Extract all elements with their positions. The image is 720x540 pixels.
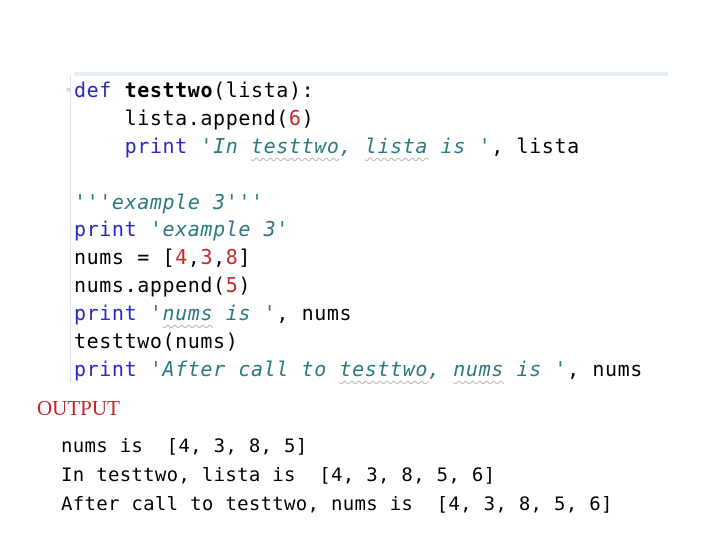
string-literal-spellcheck: testtwo xyxy=(251,134,340,158)
keyword: print xyxy=(74,357,150,381)
code-text: , nums xyxy=(276,301,353,325)
string-literal: 'In xyxy=(200,134,251,158)
output-heading: OUTPUT xyxy=(37,396,120,420)
string-literal: , xyxy=(427,357,454,381)
code-line-8: print 'nums is ', nums xyxy=(74,301,352,325)
code-line-3: print 'In testtwo, lista is ', lista xyxy=(74,134,580,158)
code-text: , nums xyxy=(567,357,643,381)
docstring: '''example 3''' xyxy=(74,190,264,214)
code-line-6: nums = [4,3,8] xyxy=(74,245,251,269)
number-literal: 4 xyxy=(175,245,188,269)
editor-top-border xyxy=(74,72,668,76)
output-line-2: In testtwo, lista is [4, 3, 8, 5, 6] xyxy=(61,464,496,486)
code-text: testtwo(nums) xyxy=(74,329,239,353)
code-editor[interactable]: ⊖ def testtwo(lista): lista.append(6) pr… xyxy=(66,72,668,382)
string-literal: is ' xyxy=(213,301,277,325)
code-line-5: print 'example 3' xyxy=(74,217,289,241)
editor-gutter xyxy=(70,76,71,382)
code-line-9: testtwo(nums) xyxy=(74,329,238,353)
code-text: (lista): xyxy=(213,78,315,102)
code-line-10: print 'After call to testtwo, nums is ',… xyxy=(74,357,643,381)
code-text: ) xyxy=(301,106,315,130)
code-text: nums.append( xyxy=(74,273,226,297)
string-literal-spellcheck: testtwo xyxy=(339,357,428,381)
string-literal-spellcheck: lista xyxy=(364,134,429,158)
code-text: lista.append( xyxy=(74,106,289,130)
code-text: , xyxy=(187,245,201,269)
code-text: ] xyxy=(238,245,252,269)
code-text: , lista xyxy=(491,134,580,158)
function-name: testtwo xyxy=(124,78,214,102)
string-literal: 'example 3' xyxy=(149,217,289,241)
string-literal: , xyxy=(339,134,365,158)
code-text: , xyxy=(213,245,226,269)
keyword: print xyxy=(74,217,150,241)
code-line-7: nums.append(5) xyxy=(74,273,251,297)
output-line-3: After call to testtwo, nums is [4, 3, 8,… xyxy=(61,493,613,515)
string-literal: is ' xyxy=(503,357,568,381)
code-line-1: def testtwo(lista): xyxy=(74,78,314,102)
number-literal: 8 xyxy=(225,245,239,269)
code-text: nums = [ xyxy=(74,245,176,269)
code-line-2: lista.append(6) xyxy=(74,106,314,130)
fold-collapse-icon[interactable]: ⊖ xyxy=(66,86,70,94)
number-literal: 6 xyxy=(288,106,302,130)
keyword: print xyxy=(74,301,150,325)
number-literal: 3 xyxy=(200,245,214,269)
keyword: print xyxy=(74,134,201,158)
output-line-1: nums is [4, 3, 8, 5] xyxy=(61,435,308,457)
string-literal: ' xyxy=(149,301,163,325)
keyword: def xyxy=(74,78,112,102)
code-line-4: '''example 3''' xyxy=(74,190,264,214)
number-literal: 5 xyxy=(225,273,239,297)
string-literal: 'After call to xyxy=(149,357,340,381)
string-literal-spellcheck: nums xyxy=(162,301,214,325)
string-literal-spellcheck: nums xyxy=(453,357,504,381)
string-literal: is ' xyxy=(428,134,492,158)
code-text: ) xyxy=(238,273,252,297)
